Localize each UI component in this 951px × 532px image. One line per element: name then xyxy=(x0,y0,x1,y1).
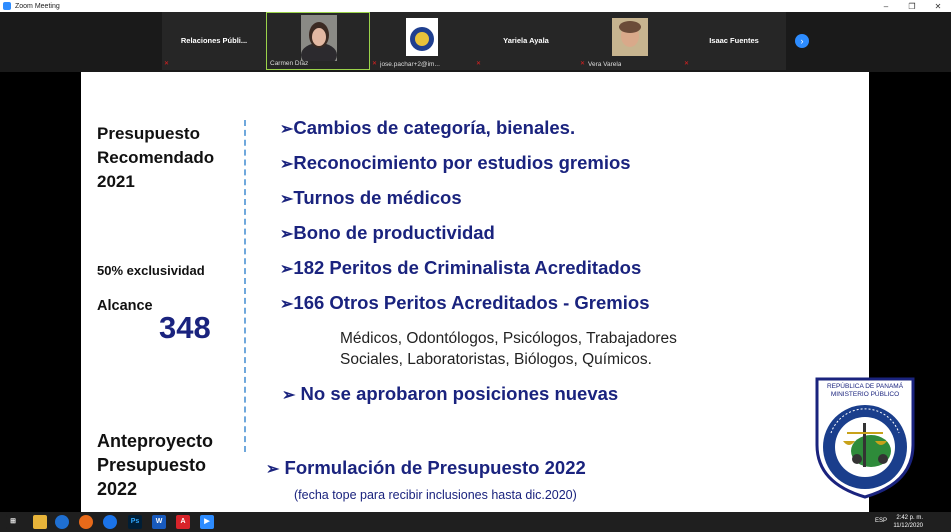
svg-text:MINISTERIO PÚBLICO: MINISTERIO PÚBLICO xyxy=(831,389,899,398)
heading-line: Recomendado xyxy=(97,148,215,167)
participant-name: Yariela Ayala xyxy=(503,36,549,45)
clock-time: 2:42 p. m. xyxy=(896,515,923,521)
heading-line: 2022 xyxy=(97,479,138,499)
participant-strip: Relaciones Públi... ✕ Carmen Díaz ✕ jose… xyxy=(0,12,951,72)
participant-label: Vera Varela xyxy=(588,61,622,68)
bullet-text: 166 Otros Peritos Acreditados - Gremios xyxy=(293,292,650,313)
bullet-text: Reconocimiento por estudios gremios xyxy=(293,152,631,173)
participant-label: Carmen Díaz xyxy=(270,60,309,67)
participant-tile[interactable]: Yariela Ayala ✕ xyxy=(474,12,578,70)
close-button[interactable]: ✕ xyxy=(925,2,951,11)
bullet-text: Cambios de categoría, bienales. xyxy=(293,117,576,138)
bullet-text: Formulación de Presupuesto 2022 xyxy=(284,457,586,478)
bullet-item: ➢Turnos de médicos xyxy=(280,187,462,209)
arrow-bullet-icon: ➢ xyxy=(282,387,296,404)
shared-slide: Presupuesto Recomendado 2021 50% exclusi… xyxy=(81,72,869,512)
window-titlebar: Zoom Meeting – ❐ ✕ xyxy=(0,0,951,12)
arrow-bullet-icon: ➢ xyxy=(280,296,294,313)
heading-line: 2021 xyxy=(97,172,135,191)
heading-presupuesto-2021: Presupuesto Recomendado 2021 xyxy=(97,122,214,194)
svg-text:REPÚBLICA DE PANAMÁ: REPÚBLICA DE PANAMÁ xyxy=(827,381,904,390)
participant-name: Relaciones Públi... xyxy=(180,36,248,45)
arrow-bullet-icon: ➢ xyxy=(280,261,294,278)
bullet-text: No se aprobaron posiciones nuevas xyxy=(300,383,619,404)
participant-logo xyxy=(406,18,438,56)
bullet-item: ➢ No se aprobaron posiciones nuevas xyxy=(282,383,618,405)
bullet-item: ➢ Formulación de Presupuesto 2022 xyxy=(266,457,586,479)
heading-line: Anteproyecto xyxy=(97,431,214,451)
participant-video xyxy=(301,15,337,61)
folder-icon[interactable] xyxy=(33,515,47,529)
mic-muted-icon: ✕ xyxy=(684,61,690,67)
language-indicator[interactable]: ESP xyxy=(875,518,887,524)
arrow-bullet-icon: ➢ xyxy=(280,226,294,243)
bullet-text: 182 Peritos de Criminalista Acreditados xyxy=(293,257,642,278)
sub-text-line: Médicos, Odontólogos, Psicólogos, Trabaj… xyxy=(340,330,677,347)
participant-name: Isaac Fuentes xyxy=(709,36,759,45)
chevron-right-icon[interactable]: › xyxy=(795,34,809,48)
window-controls: – ❐ ✕ xyxy=(873,2,951,11)
word-icon[interactable]: W xyxy=(152,515,166,529)
deadline-note: (fecha tope para recibir inclusiones has… xyxy=(294,488,577,502)
maximize-button[interactable]: ❐ xyxy=(899,2,925,11)
bullet-text: Bono de productividad xyxy=(293,222,495,243)
bullet-item: ➢Cambios de categoría, bienales. xyxy=(280,117,575,139)
edge-icon[interactable] xyxy=(55,515,69,529)
sub-text-line: Sociales, Laboratoristas, Biólogos, Quím… xyxy=(340,351,652,368)
bullet-text: Turnos de médicos xyxy=(293,187,462,208)
clock-date: 11/12/2020 xyxy=(893,523,923,529)
participant-photo xyxy=(612,18,648,56)
arrow-bullet-icon: ➢ xyxy=(266,461,280,478)
arrow-bullet-icon: ➢ xyxy=(280,191,294,208)
heading-anteproyecto-2022: Anteproyecto Presupuesto 2022 xyxy=(97,429,213,501)
bullet-item: ➢Reconocimiento por estudios gremios xyxy=(280,152,631,174)
window-title: Zoom Meeting xyxy=(15,2,60,10)
mic-muted-icon: ✕ xyxy=(372,61,378,67)
institute-seal-logo: REPÚBLICA DE PANAMÁ MINISTERIO PÚBLICO xyxy=(815,377,915,499)
zoom-app-icon xyxy=(3,2,11,10)
bullet-item: ➢182 Peritos de Criminalista Acreditados xyxy=(280,257,641,279)
bullet-item: ➢166 Otros Peritos Acreditados - Gremios xyxy=(280,292,649,314)
exclusividad-label: 50% exclusividad xyxy=(97,263,205,278)
participant-label: jose.pachar+2@im... xyxy=(380,61,440,68)
mic-muted-icon: ✕ xyxy=(476,61,482,67)
participant-tile[interactable]: Isaac Fuentes ✕ xyxy=(682,12,786,70)
chrome-icon[interactable] xyxy=(103,515,117,529)
participant-tile[interactable]: Relaciones Públi... ✕ xyxy=(162,12,266,70)
dashed-divider xyxy=(244,120,246,452)
arrow-bullet-icon: ➢ xyxy=(280,156,294,173)
zoom-taskbar-icon[interactable]: ▶ xyxy=(200,515,214,529)
alcance-label: Alcance xyxy=(97,298,153,314)
start-icon[interactable]: ⊞ xyxy=(6,515,20,529)
windows-taskbar: ⊞ Ps W A ▶ ESP 2:42 p. m. 11/12/2020 xyxy=(0,512,951,532)
mic-muted-icon: ✕ xyxy=(164,61,170,67)
alcance-value: 348 xyxy=(159,310,211,345)
heading-line: Presupuesto xyxy=(97,124,200,143)
system-clock[interactable]: 2:42 p. m. 11/12/2020 xyxy=(893,514,923,530)
mic-muted-icon: ✕ xyxy=(580,61,586,67)
acrobat-icon[interactable]: A xyxy=(176,515,190,529)
minimize-button[interactable]: – xyxy=(873,2,899,11)
participant-tile[interactable]: ✕ Vera Varela xyxy=(578,12,682,70)
heading-line: Presupuesto xyxy=(97,455,207,475)
participant-tile-active-speaker[interactable]: Carmen Díaz xyxy=(266,12,370,70)
arrow-bullet-icon: ➢ xyxy=(280,121,294,138)
photoshop-icon[interactable]: Ps xyxy=(128,515,142,529)
participant-tile[interactable]: ✕ jose.pachar+2@im... xyxy=(370,12,474,70)
bullet-item: ➢Bono de productividad xyxy=(280,222,495,244)
firefox-icon[interactable] xyxy=(79,515,93,529)
